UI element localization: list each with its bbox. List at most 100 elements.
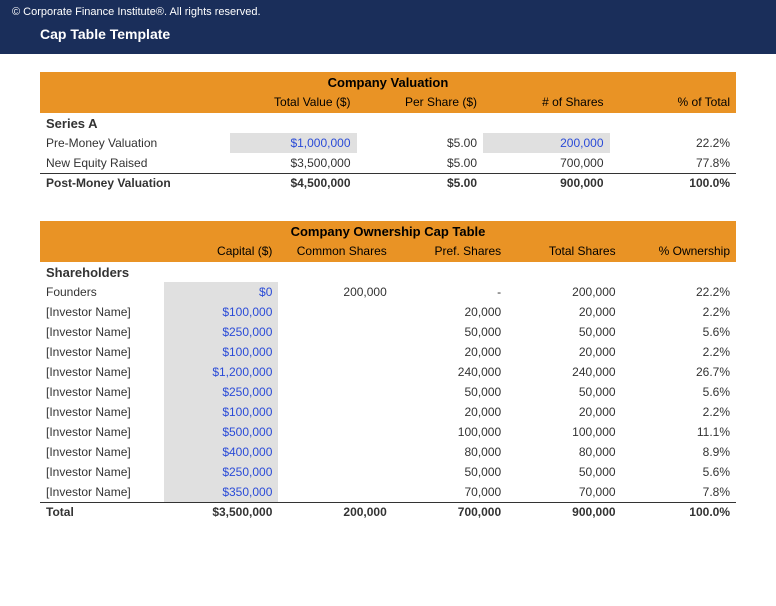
valuation-total-row: Post-Money Valuation $4,500,000 $5.00 90… — [40, 173, 736, 193]
own-row-total: 20,000 — [507, 342, 621, 362]
own-row-pref: 100,000 — [393, 422, 507, 442]
val-row-pct: 77.8% — [610, 153, 737, 173]
own-total-pct: 100.0% — [622, 502, 736, 522]
own-row-pref: 70,000 — [393, 482, 507, 502]
own-total-total: 900,000 — [507, 502, 621, 522]
page-title: Cap Table Template — [40, 26, 764, 42]
col-num-shares: # of Shares — [483, 93, 610, 113]
own-row-total: 240,000 — [507, 362, 621, 382]
own-row-pct: 22.2% — [622, 282, 736, 302]
own-row-label: [Investor Name] — [40, 422, 164, 442]
col-total-shares: Total Shares — [507, 242, 621, 262]
own-row-label: [Investor Name] — [40, 302, 164, 322]
own-row-pct: 8.9% — [622, 442, 736, 462]
own-row-label: Founders — [40, 282, 164, 302]
own-row-common — [278, 362, 392, 382]
own-row-total: 80,000 — [507, 442, 621, 462]
post-money-total: $4,500,000 — [230, 173, 357, 193]
own-row-label: [Investor Name] — [40, 382, 164, 402]
own-row-pct: 2.2% — [622, 302, 736, 322]
own-row-total: 200,000 — [507, 282, 621, 302]
valuation-row: Pre-Money Valuation$1,000,000$5.00200,00… — [40, 133, 736, 153]
own-row-total: 50,000 — [507, 382, 621, 402]
ownership-row: [Investor Name]$250,00050,00050,0005.6% — [40, 382, 736, 402]
own-row-pct: 26.7% — [622, 362, 736, 382]
own-row-pct: 5.6% — [622, 382, 736, 402]
own-row-total: 50,000 — [507, 462, 621, 482]
ownership-row: [Investor Name]$250,00050,00050,0005.6% — [40, 322, 736, 342]
own-row-common — [278, 322, 392, 342]
own-row-capital: $250,000 — [164, 462, 278, 482]
valuation-row: New Equity Raised$3,500,000$5.00700,0007… — [40, 153, 736, 173]
shareholders-label: Shareholders — [40, 262, 164, 282]
own-row-capital: $0 — [164, 282, 278, 302]
own-row-total: 70,000 — [507, 482, 621, 502]
own-row-label: [Investor Name] — [40, 362, 164, 382]
val-row-label: Pre-Money Valuation — [40, 133, 230, 153]
own-row-pct: 7.8% — [622, 482, 736, 502]
ownership-row: [Investor Name]$400,00080,00080,0008.9% — [40, 442, 736, 462]
ownership-row: Founders$0200,000-200,00022.2% — [40, 282, 736, 302]
col-total-value: Total Value ($) — [230, 93, 357, 113]
ownership-row: [Investor Name]$100,00020,00020,0002.2% — [40, 402, 736, 422]
own-row-pref: 240,000 — [393, 362, 507, 382]
col-common: Common Shares — [278, 242, 392, 262]
ownership-row: [Investor Name]$1,200,000240,000240,0002… — [40, 362, 736, 382]
own-row-pref: 20,000 — [393, 402, 507, 422]
own-row-pct: 5.6% — [622, 462, 736, 482]
own-row-label: [Investor Name] — [40, 342, 164, 362]
ownership-row: [Investor Name]$100,00020,00020,0002.2% — [40, 342, 736, 362]
val-row-label: New Equity Raised — [40, 153, 230, 173]
post-money-pct: 100.0% — [610, 173, 737, 193]
own-row-label: [Investor Name] — [40, 442, 164, 462]
own-row-total: 20,000 — [507, 302, 621, 322]
ownership-table: Company Ownership Cap Table Capital ($) … — [40, 221, 736, 522]
own-row-common: 200,000 — [278, 282, 392, 302]
own-row-capital: $100,000 — [164, 402, 278, 422]
own-row-pref: 50,000 — [393, 382, 507, 402]
ownership-total-row: Total $3,500,000 200,000 700,000 900,000… — [40, 502, 736, 522]
own-row-total: 50,000 — [507, 322, 621, 342]
series-a-label: Series A — [40, 113, 230, 133]
val-row-per-share: $5.00 — [357, 153, 484, 173]
val-row-shares: 700,000 — [483, 153, 610, 173]
own-row-pref: 20,000 — [393, 342, 507, 362]
col-pct-own: % Ownership — [622, 242, 736, 262]
own-row-pref: - — [393, 282, 507, 302]
own-row-capital: $350,000 — [164, 482, 278, 502]
col-pct-total: % of Total — [610, 93, 737, 113]
post-money-per-share: $5.00 — [357, 173, 484, 193]
own-row-pct: 5.6% — [622, 322, 736, 342]
own-row-common — [278, 482, 392, 502]
own-row-label: [Investor Name] — [40, 462, 164, 482]
own-row-pref: 50,000 — [393, 462, 507, 482]
own-row-common — [278, 462, 392, 482]
own-row-common — [278, 402, 392, 422]
own-row-pref: 80,000 — [393, 442, 507, 462]
ownership-row: [Investor Name]$350,00070,00070,0007.8% — [40, 482, 736, 502]
own-row-capital: $1,200,000 — [164, 362, 278, 382]
ownership-section-header: Company Ownership Cap Table — [40, 221, 736, 242]
val-row-pct: 22.2% — [610, 133, 737, 153]
ownership-row: [Investor Name]$250,00050,00050,0005.6% — [40, 462, 736, 482]
ownership-row: [Investor Name]$100,00020,00020,0002.2% — [40, 302, 736, 322]
own-row-pct: 11.1% — [622, 422, 736, 442]
valuation-section-header: Company Valuation — [40, 72, 736, 93]
own-total-pref: 700,000 — [393, 502, 507, 522]
ownership-col-headers: Capital ($) Common Shares Pref. Shares T… — [40, 242, 736, 262]
own-row-pct: 2.2% — [622, 402, 736, 422]
own-total-common: 200,000 — [278, 502, 392, 522]
own-row-pref: 20,000 — [393, 302, 507, 322]
valuation-col-headers: Total Value ($) Per Share ($) # of Share… — [40, 93, 736, 113]
own-row-common — [278, 422, 392, 442]
col-per-share: Per Share ($) — [357, 93, 484, 113]
content-area: Company Valuation Total Value ($) Per Sh… — [0, 54, 776, 532]
copyright-text: © Corporate Finance Institute®. All righ… — [12, 6, 764, 18]
own-row-capital: $250,000 — [164, 322, 278, 342]
own-row-capital: $100,000 — [164, 302, 278, 322]
own-row-capital: $100,000 — [164, 342, 278, 362]
own-row-capital: $400,000 — [164, 442, 278, 462]
own-row-common — [278, 342, 392, 362]
own-row-capital: $500,000 — [164, 422, 278, 442]
header-band: © Corporate Finance Institute®. All righ… — [0, 0, 776, 54]
